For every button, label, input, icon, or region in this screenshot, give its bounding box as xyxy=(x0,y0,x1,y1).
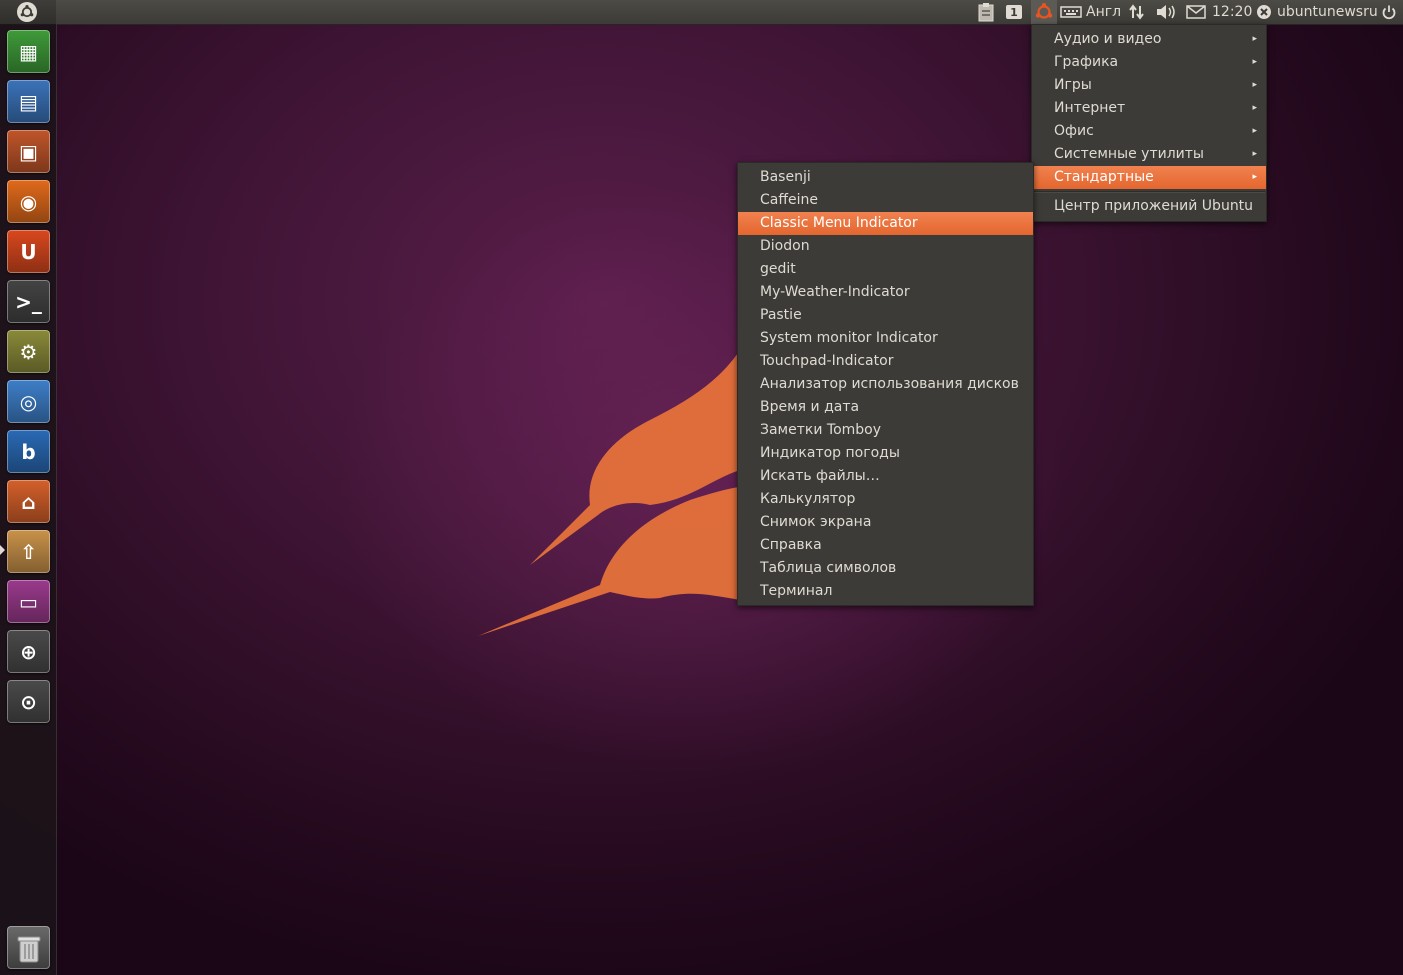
main-menu-item[interactable]: Офис ▸ xyxy=(1032,120,1266,143)
libreoffice-impress-icon[interactable]: ▣ xyxy=(7,130,50,173)
classic-main-menu: Аудио и видео ▸ Графика ▸ Игры ▸ Интернет ▸ Офис… xyxy=(1031,24,1267,222)
submenu-item[interactable]: My-Weather-Indicator xyxy=(738,281,1033,304)
submenu-arrow-icon: ▸ xyxy=(1252,34,1257,44)
main-menu-item-label: Игры xyxy=(1054,77,1092,93)
accessories-submenu: Basenji Caffeine Classic Menu Indicator Dio… xyxy=(737,162,1034,606)
submenu-item[interactable]: Анализатор использования дисков xyxy=(738,373,1033,396)
clipboard-icon[interactable] xyxy=(976,0,998,24)
submenu-arrow-icon: ▸ xyxy=(1252,57,1257,67)
file-search-icon[interactable]: ⊙ xyxy=(7,680,50,723)
main-menu-item[interactable]: Стандартные ▸ xyxy=(1032,166,1266,189)
submenu-item[interactable]: gedit xyxy=(738,258,1033,281)
submenu-item[interactable]: Время и дата xyxy=(738,396,1033,419)
keyboard-icon xyxy=(1060,6,1082,18)
workspace-indicator[interactable]: 1 xyxy=(1006,5,1022,19)
menu-separator xyxy=(1033,191,1265,193)
submenu-item[interactable]: Справка xyxy=(738,534,1033,557)
sound-icon[interactable] xyxy=(1155,0,1177,24)
main-menu-item-label: Офис xyxy=(1054,123,1094,139)
main-menu-item-label: Графика xyxy=(1054,54,1119,70)
submenu-item[interactable]: Таблица символов xyxy=(738,557,1033,580)
launcher-running-indicator xyxy=(0,545,5,555)
classic-menu-icon[interactable] xyxy=(1031,0,1057,24)
submenu-item[interactable]: Искать файлы… xyxy=(738,465,1033,488)
submenu-item[interactable]: Caffeine xyxy=(738,189,1033,212)
keyboard-indicator[interactable]: Англ xyxy=(1060,0,1121,24)
user-menu[interactable]: ubuntunewsru xyxy=(1256,0,1378,24)
software-center-menu-item[interactable]: Центр приложений Ubuntu xyxy=(1032,195,1266,218)
ubuntu-software-center-icon[interactable]: U xyxy=(7,230,50,273)
chromium-icon[interactable]: ◎ xyxy=(7,380,50,423)
submenu-item[interactable]: Classic Menu Indicator xyxy=(738,212,1033,235)
main-menu-item[interactable]: Графика ▸ xyxy=(1032,51,1266,74)
terminal-icon[interactable]: >_ xyxy=(7,280,50,323)
workspace-switcher-icon[interactable]: ▭ xyxy=(7,580,50,623)
submenu-item[interactable]: Калькулятор xyxy=(738,488,1033,511)
submenu-item[interactable]: Снимок экрана xyxy=(738,511,1033,534)
submenu-item[interactable]: System monitor Indicator xyxy=(738,327,1033,350)
main-menu-item-label: Системные утилиты xyxy=(1054,146,1204,162)
network-icon[interactable] xyxy=(1128,0,1146,24)
dash-corner[interactable] xyxy=(0,0,56,24)
main-menu-item[interactable]: Интернет ▸ xyxy=(1032,97,1266,120)
submenu-arrow-icon: ▸ xyxy=(1252,126,1257,136)
main-menu-item-label: Аудио и видео xyxy=(1054,31,1162,47)
clock-label[interactable]: 12:20 xyxy=(1212,0,1252,24)
submenu-item[interactable]: Терминал xyxy=(738,580,1033,603)
submenu-arrow-icon: ▸ xyxy=(1252,103,1257,113)
main-menu-item-label: Интернет xyxy=(1054,100,1126,116)
ubuntu-logo-icon[interactable] xyxy=(17,2,37,22)
main-menu-item[interactable]: Системные утилиты ▸ xyxy=(1032,143,1266,166)
submenu-item[interactable]: Индикатор погоды xyxy=(738,442,1033,465)
main-menu-item-label: Стандартные xyxy=(1054,169,1154,185)
submenu-arrow-icon: ▸ xyxy=(1252,80,1257,90)
top-panel: 1 Англ 12:20 ubuntunewsru xyxy=(0,0,1403,25)
firefox-icon[interactable]: ◉ xyxy=(7,180,50,223)
submenu-item[interactable]: Touchpad-Indicator xyxy=(738,350,1033,373)
submenu-item[interactable]: Pastie xyxy=(738,304,1033,327)
main-menu-item[interactable]: Игры ▸ xyxy=(1032,74,1266,97)
trash-icon[interactable] xyxy=(7,926,50,969)
submenu-item[interactable]: Basenji xyxy=(738,166,1033,189)
submenu-arrow-icon: ▸ xyxy=(1252,149,1257,159)
submenu-item[interactable]: Diodon xyxy=(738,235,1033,258)
main-menu-item[interactable]: Аудио и видео ▸ xyxy=(1032,28,1266,51)
user-status-icon xyxy=(1257,5,1271,19)
dash-search-icon[interactable]: ⊕ xyxy=(7,630,50,673)
blue-b-app-icon[interactable]: b xyxy=(7,430,50,473)
mail-icon[interactable] xyxy=(1186,0,1206,24)
home-folder-icon[interactable]: ⌂ xyxy=(7,480,50,523)
update-manager-icon[interactable]: ⇧ xyxy=(7,530,50,573)
launcher: ▦ ▤ ▣ ◉ U >_ ⚙ ◎ b ⌂ ⇧ ▭ ⊕ ⊙ xyxy=(0,24,57,975)
libreoffice-writer-icon[interactable]: ▤ xyxy=(7,80,50,123)
libreoffice-calc-icon[interactable]: ▦ xyxy=(7,30,50,73)
submenu-arrow-icon: ▸ xyxy=(1252,172,1257,182)
app-installer-icon[interactable]: ⚙ xyxy=(7,330,50,373)
username-label: ubuntunewsru xyxy=(1277,4,1378,20)
power-icon[interactable] xyxy=(1381,0,1397,24)
submenu-item[interactable]: Заметки Tomboy xyxy=(738,419,1033,442)
keyboard-layout-label: Англ xyxy=(1086,4,1122,20)
